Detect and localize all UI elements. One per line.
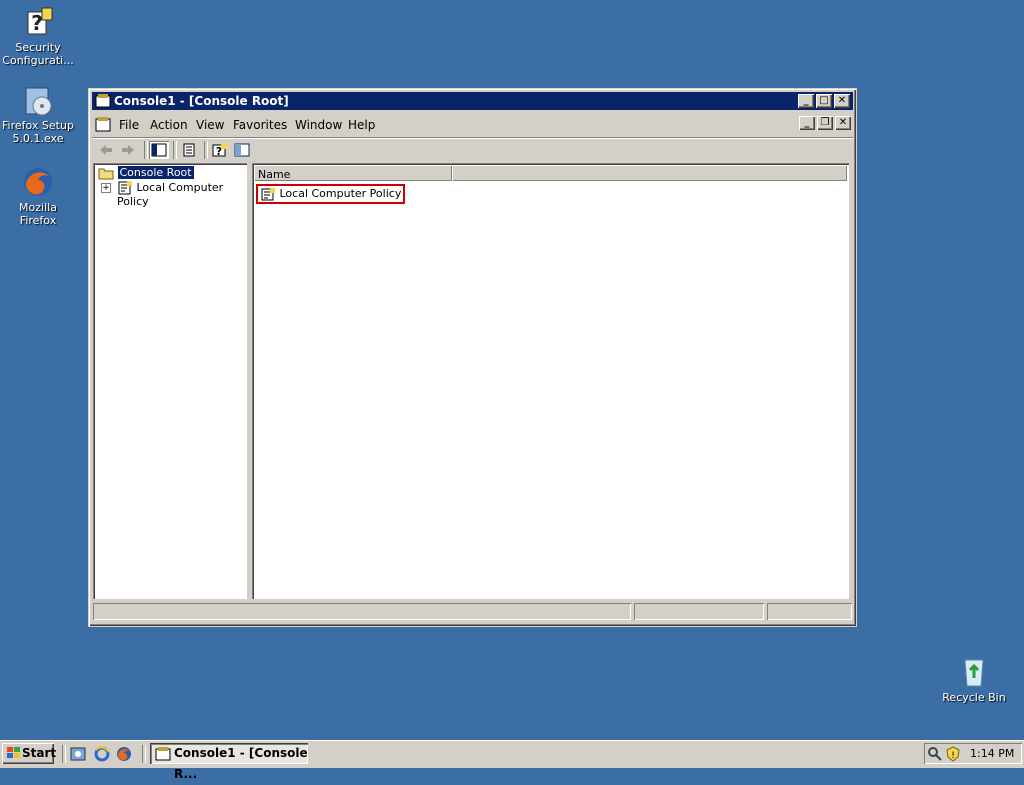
- console-tree-pane[interactable]: Console Root + Local Computer Policy: [93, 163, 247, 599]
- menu-view[interactable]: View: [196, 118, 224, 132]
- results-list-pane[interactable]: Name Local Computer Policy: [252, 163, 849, 599]
- mmc-window: Console1 - [Console Root] _ □ ✕ File Act…: [88, 88, 857, 627]
- mmc-app-icon: [155, 746, 171, 762]
- document-system-menu-icon[interactable]: [94, 115, 112, 133]
- show-hide-console-tree-icon[interactable]: [149, 141, 169, 159]
- desktop-icon-label: Security Configurati...: [2, 41, 74, 67]
- menu-window[interactable]: Window: [295, 118, 342, 132]
- security-config-icon: ?: [22, 6, 54, 38]
- minimize-button[interactable]: _: [798, 94, 814, 108]
- toolbar: ?: [92, 137, 853, 162]
- description-bar-icon[interactable]: [232, 141, 252, 159]
- recycle-bin-icon: [958, 656, 990, 688]
- window-title: Console1 - [Console Root]: [114, 94, 289, 108]
- tree-node-label: Console Root: [116, 165, 195, 180]
- firefox-quicklaunch-icon[interactable]: [116, 746, 132, 762]
- desktop-icon-security-configuration[interactable]: ? Security Configurati...: [0, 6, 76, 67]
- network-icon[interactable]: [927, 746, 943, 762]
- status-bar: [93, 603, 852, 621]
- tree-node-local-computer-policy[interactable]: Local Computer Policy: [117, 181, 247, 208]
- taskbar-button-console1[interactable]: Console1 - [Console R...: [150, 743, 308, 781]
- column-header-label: Name: [258, 168, 291, 181]
- forward-arrow-icon[interactable]: [118, 141, 138, 159]
- status-panel-3: [767, 603, 852, 620]
- list-item-label: Local Computer Policy: [279, 187, 402, 200]
- taskbar-separator: [142, 745, 146, 763]
- start-label: Start: [22, 746, 57, 760]
- folder-icon: [98, 166, 114, 180]
- mdi-close-button[interactable]: ✕: [835, 116, 851, 130]
- desktop-icon-label: Recycle Bin: [942, 691, 1006, 704]
- column-header-name[interactable]: Name: [254, 165, 452, 181]
- clock[interactable]: 1:14 PM: [970, 747, 1014, 760]
- menu-file[interactable]: File: [119, 118, 139, 132]
- system-tray: ! 1:14 PM: [924, 743, 1022, 764]
- status-panel-1: [93, 603, 631, 620]
- mdi-minimize-button[interactable]: _: [799, 116, 815, 130]
- help-icon[interactable]: ?: [210, 141, 230, 159]
- tree-expander-plus[interactable]: +: [101, 183, 111, 193]
- svg-text:?: ?: [31, 11, 43, 35]
- toolbar-separator: [144, 141, 148, 159]
- column-header-empty: [452, 165, 847, 181]
- internet-explorer-icon[interactable]: [94, 746, 110, 762]
- title-bar[interactable]: Console1 - [Console Root] _ □ ✕: [92, 92, 853, 110]
- taskbar-button-label: Console1 - [Console R...: [174, 746, 308, 781]
- mdi-restore-button[interactable]: ❐: [817, 116, 833, 130]
- policy-icon: [260, 187, 276, 201]
- maximize-button[interactable]: □: [816, 94, 832, 108]
- desktop-icon-recycle-bin[interactable]: Recycle Bin: [936, 656, 1012, 704]
- taskbar: Start Console1 - [Console R... ! 1:14 PM: [0, 740, 1024, 781]
- security-alert-icon[interactable]: !: [945, 746, 961, 762]
- show-desktop-icon[interactable]: [70, 746, 86, 762]
- status-panel-2: [634, 603, 764, 620]
- windows-logo-icon: [6, 746, 22, 760]
- tree-node-console-root[interactable]: Console Root: [98, 165, 195, 180]
- firefox-icon: [22, 166, 54, 198]
- back-arrow-icon[interactable]: [96, 141, 116, 159]
- desktop-icon-mozilla-firefox[interactable]: Mozilla Firefox: [0, 166, 76, 227]
- menu-help[interactable]: Help: [348, 118, 375, 132]
- toolbar-separator: [173, 141, 177, 159]
- export-list-icon[interactable]: [180, 141, 200, 159]
- installer-icon: [22, 84, 54, 116]
- list-item-local-computer-policy[interactable]: Local Computer Policy: [256, 184, 406, 204]
- menu-bar: File Action View Favorites Window Help _…: [92, 113, 853, 135]
- desktop-icon-label: Firefox Setup 5.0.1.exe: [2, 119, 74, 145]
- tree-node-label: Local Computer Policy: [117, 181, 224, 208]
- svg-text:!: !: [951, 751, 955, 761]
- mmc-app-icon: [95, 93, 111, 109]
- desktop-icon-label: Mozilla Firefox: [19, 201, 57, 227]
- policy-icon: [117, 181, 133, 195]
- desktop-icon-firefox-setup[interactable]: Firefox Setup 5.0.1.exe: [0, 84, 76, 145]
- menu-action[interactable]: Action: [150, 118, 188, 132]
- menu-favorites[interactable]: Favorites: [233, 118, 287, 132]
- start-button[interactable]: Start: [2, 743, 57, 764]
- taskbar-separator: [62, 745, 66, 763]
- close-button[interactable]: ✕: [834, 94, 850, 108]
- toolbar-separator: [204, 141, 208, 159]
